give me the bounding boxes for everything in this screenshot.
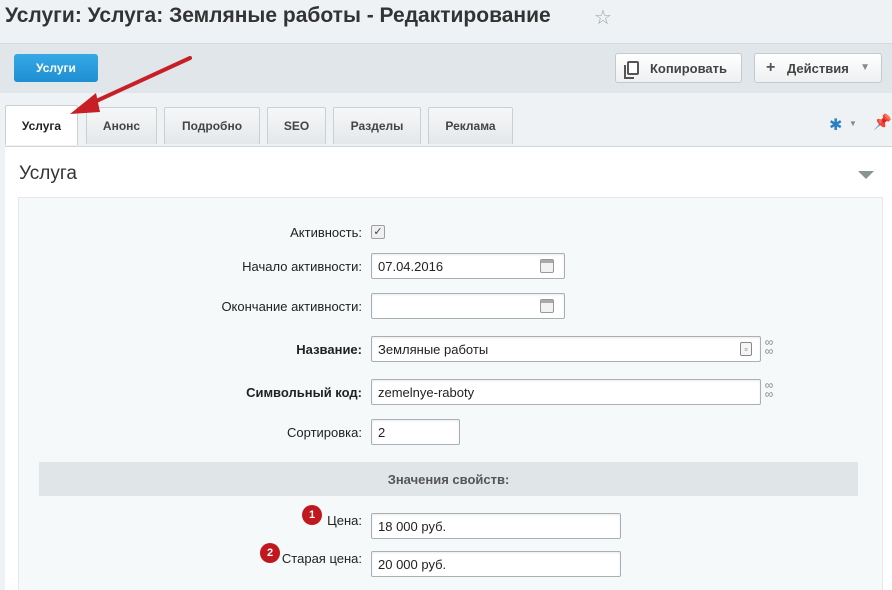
end-date-input[interactable] <box>371 293 565 319</box>
pin-icon[interactable]: 📌 <box>873 113 892 131</box>
code-value: zemelnye-raboty <box>378 384 475 400</box>
start-date-input[interactable]: 07.04.2016 <box>371 253 565 279</box>
link-chain-icon[interactable]: ∞ ∞ <box>764 379 774 400</box>
favorite-star-icon[interactable]: ☆ <box>594 5 612 30</box>
old-price-value: 20 000 руб. <box>378 556 447 572</box>
calendar-icon[interactable] <box>540 299 554 313</box>
tab-announce[interactable]: Анонс <box>86 107 157 144</box>
price-input[interactable]: 18 000 руб. <box>371 513 621 539</box>
page-title: Услуги: Услуга: Земляные работы - Редакт… <box>5 4 551 27</box>
calendar-icon[interactable] <box>540 259 554 273</box>
properties-header: Значения свойств: <box>39 462 858 496</box>
annotation-badge-1: 1 <box>302 505 322 525</box>
start-date-label: Начало активности: <box>242 259 362 274</box>
code-input[interactable]: zemelnye-raboty <box>371 379 761 405</box>
price-label: Цена: <box>327 513 362 528</box>
collapse-icon[interactable] <box>858 171 874 179</box>
old-price-label: Старая цена: <box>281 551 362 566</box>
tab-details[interactable]: Подробно <box>164 107 260 144</box>
form-area: Активность: ✓ Начало активности: 07.04.2… <box>18 197 883 590</box>
code-label: Символьный код: <box>246 385 362 400</box>
tab-sections[interactable]: Разделы <box>333 107 421 144</box>
copy-button[interactable]: Копировать <box>615 53 742 83</box>
name-value: Земляные работы <box>378 341 489 357</box>
tab-bar: Услуга Анонс Подробно SEO Разделы Реклам… <box>0 103 892 147</box>
annotation-badge-2: 2 <box>260 543 280 563</box>
plus-icon: + <box>766 59 776 76</box>
price-value: 18 000 руб. <box>378 518 447 534</box>
copy-icon <box>624 61 639 79</box>
edit-panel: Услуга Активность: ✓ Начало активности: … <box>5 146 892 590</box>
section-title: Услуга <box>19 163 77 184</box>
back-to-services-button[interactable]: Услуги <box>14 54 98 82</box>
transliterate-icon[interactable]: ▫ <box>740 342 752 356</box>
tab-service[interactable]: Услуга <box>5 105 78 145</box>
gear-icon[interactable]: ✱ <box>829 115 842 135</box>
active-checkbox[interactable]: ✓ <box>371 225 385 239</box>
sort-input[interactable]: 2 <box>371 419 460 445</box>
gear-chevron-down-icon[interactable]: ▼ <box>849 119 857 128</box>
old-price-input[interactable]: 20 000 руб. <box>371 551 621 577</box>
actions-button[interactable]: + Действия ▼ <box>754 53 882 83</box>
actions-button-label: Действия <box>787 60 849 76</box>
tab-advertising[interactable]: Реклама <box>428 107 513 144</box>
toolbar: Услуги Копировать + Действия ▼ <box>0 43 892 93</box>
link-chain-icon[interactable]: ∞ ∞ <box>764 336 774 357</box>
end-date-label: Окончание активности: <box>221 299 362 314</box>
sort-label: Сортировка: <box>287 425 362 440</box>
copy-button-label: Копировать <box>650 60 728 76</box>
active-label: Активность: <box>290 225 362 240</box>
tab-seo[interactable]: SEO <box>267 107 326 144</box>
name-input[interactable]: Земляные работы ▫ <box>371 336 761 362</box>
start-date-value: 07.04.2016 <box>378 258 444 274</box>
chevron-down-icon: ▼ <box>860 62 870 73</box>
sort-value: 2 <box>378 424 386 440</box>
name-label: Название: <box>296 342 362 357</box>
